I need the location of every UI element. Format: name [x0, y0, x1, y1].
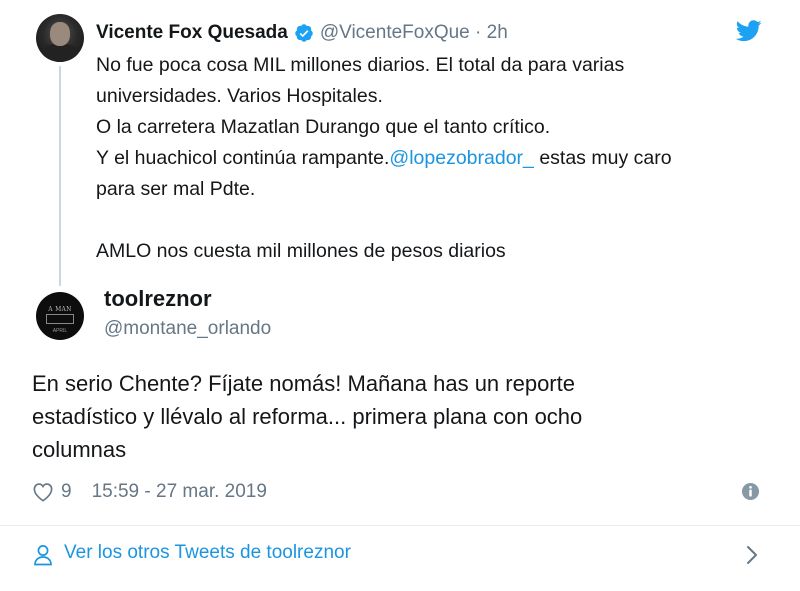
- parent-text-fragment: estas muy caro: [533, 147, 672, 169]
- reply-tweet-meta: 9 15:59 - 27 mar. 2019: [32, 478, 267, 506]
- parent-author-handle[interactable]: @VicenteFoxQue · 2h: [320, 22, 508, 44]
- person-icon: [34, 545, 52, 566]
- parent-separator: ·: [475, 22, 482, 43]
- tweet-timestamp[interactable]: 15:59 - 27 mar. 2019: [92, 481, 267, 503]
- reply-author-avatar[interactable]: A MAN APRIL: [36, 292, 84, 340]
- like-count[interactable]: 9: [61, 481, 72, 503]
- parent-handle-text: @VicenteFoxQue: [319, 22, 470, 43]
- avatar-logo-text-bottom: APRIL: [52, 328, 68, 334]
- reply-author-name[interactable]: toolreznor: [104, 286, 212, 312]
- reply-tweet-text: En serio Chente? Fíjate nomás! Mañana ha…: [32, 367, 772, 466]
- parent-text-fragment: Y el huachicol continúa rampante.: [96, 147, 390, 169]
- thread-connector-line: [59, 66, 61, 286]
- reply-author-handle[interactable]: @montane_orlando: [104, 318, 271, 340]
- reply-text-line: columnas: [32, 437, 127, 462]
- parent-text-line: universidades. Varios Hospitales.: [96, 85, 383, 107]
- parent-text-line: O la carretera Mazatlan Durango que el t…: [96, 116, 551, 138]
- parent-text-line: para ser mal Pdte.: [96, 178, 256, 200]
- info-icon[interactable]: [741, 482, 760, 501]
- parent-author-avatar[interactable]: [36, 14, 84, 62]
- chevron-right-icon[interactable]: [746, 545, 758, 565]
- reply-text-line: En serio Chente? Fíjate nomás! Mañana ha…: [32, 371, 575, 396]
- more-tweets-footer[interactable]: Ver los otros Tweets de toolreznor: [0, 526, 800, 591]
- parent-tweet[interactable]: Vicente Fox Quesada @VicenteFoxQue · 2h …: [0, 0, 800, 286]
- parent-author-name[interactable]: Vicente Fox Quesada: [96, 22, 288, 44]
- avatar-logo-frame: [46, 314, 74, 324]
- parent-time-ago[interactable]: 2h: [487, 22, 508, 43]
- twitter-bird-icon[interactable]: [736, 20, 762, 42]
- parent-text-line: Y el huachicol continúa rampante.@lopezo…: [96, 143, 776, 174]
- parent-text-line: AMLO nos cuesta mil millones de pesos di…: [96, 240, 506, 262]
- reply-text-line: estadístico y llévalo al reforma... prim…: [32, 404, 583, 429]
- verified-badge-icon: [295, 24, 313, 42]
- parent-blank-line: [96, 205, 776, 236]
- embedded-tweet-card: Vicente Fox Quesada @VicenteFoxQue · 2h …: [0, 0, 800, 591]
- heart-icon[interactable]: [32, 482, 54, 502]
- avatar-logo-text-top: A MAN: [48, 306, 72, 313]
- mention-link[interactable]: @lopezobrador_: [389, 147, 533, 169]
- parent-text-line: No fue poca cosa MIL millones diarios. E…: [96, 54, 625, 76]
- parent-tweet-text: No fue poca cosa MIL millones diarios. E…: [96, 50, 776, 267]
- parent-tweet-header: Vicente Fox Quesada @VicenteFoxQue · 2h: [96, 20, 508, 46]
- more-tweets-link[interactable]: Ver los otros Tweets de toolreznor: [64, 542, 351, 564]
